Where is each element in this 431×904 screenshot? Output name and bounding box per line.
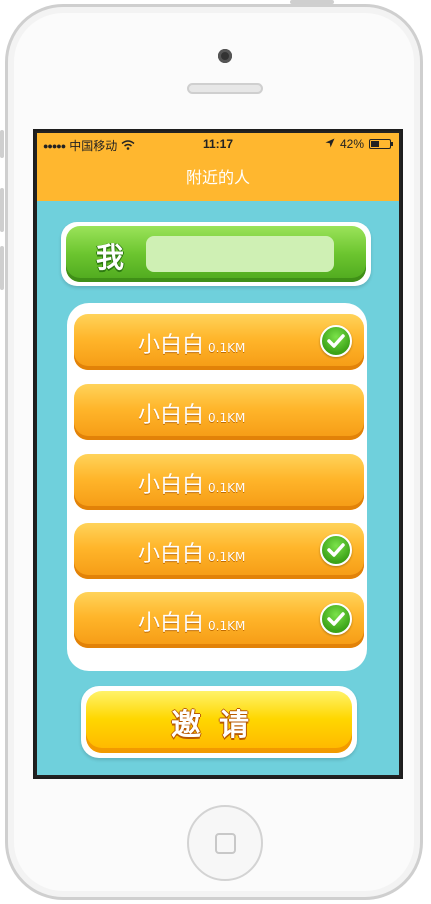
checkmark-icon[interactable]	[320, 325, 352, 357]
me-name-input[interactable]	[146, 236, 334, 272]
person-label: 小白白 0.1KM	[138, 605, 245, 637]
me-label: 我	[96, 241, 125, 274]
volume-up-button	[0, 188, 4, 232]
person-name: 小白白	[138, 333, 205, 358]
person-distance: 0.1KM	[208, 481, 246, 495]
person-name: 小白白	[138, 542, 205, 567]
person-distance: 0.1KM	[208, 550, 246, 564]
person-row[interactable]: 小白白 0.1KM	[74, 384, 364, 440]
phone-screen: ●●●●● 中国移动 11:17 42% 附近的人 我 小白白 0.1KM 小白…	[33, 129, 403, 779]
power-button	[290, 0, 334, 4]
mute-switch	[0, 130, 4, 158]
person-name: 小白白	[138, 403, 205, 428]
front-camera	[218, 49, 232, 63]
volume-down-button	[0, 246, 4, 290]
status-bar: ●●●●● 中国移动 11:17 42%	[37, 133, 399, 155]
invite-button[interactable]: 邀请	[86, 691, 352, 753]
battery-percent: 42%	[339, 137, 364, 151]
person-row[interactable]: 小白白 0.1KM	[74, 314, 364, 370]
person-name: 小白白	[138, 611, 205, 636]
person-label: 小白白 0.1KM	[138, 397, 245, 429]
person-name: 小白白	[138, 473, 205, 498]
earpiece-speaker	[187, 83, 263, 94]
person-distance: 0.1KM	[208, 341, 246, 355]
location-arrow-icon	[325, 137, 335, 151]
person-distance: 0.1KM	[208, 619, 246, 633]
person-label: 小白白 0.1KM	[138, 467, 245, 499]
checkmark-icon[interactable]	[320, 534, 352, 566]
checkmark-icon[interactable]	[320, 603, 352, 635]
invite-panel: 邀请	[81, 686, 357, 758]
person-distance: 0.1KM	[208, 411, 246, 425]
person-label: 小白白 0.1KM	[138, 327, 245, 359]
page-title: 附近的人	[37, 155, 399, 201]
me-bar: 我	[66, 226, 366, 282]
person-label: 小白白 0.1KM	[138, 536, 245, 568]
person-row[interactable]: 小白白 0.1KM	[74, 592, 364, 648]
me-panel: 我	[61, 222, 371, 286]
home-square-icon	[215, 833, 236, 854]
battery-icon	[369, 139, 393, 149]
invite-label: 邀请	[171, 709, 267, 742]
nearby-people-list: 小白白 0.1KM 小白白 0.1KM 小白白 0.1KM 小白白 0.1KM 小白白 0.1KM	[67, 303, 367, 671]
person-row[interactable]: 小白白 0.1KM	[74, 523, 364, 579]
person-row[interactable]: 小白白 0.1KM	[74, 454, 364, 510]
home-button[interactable]	[187, 805, 263, 881]
